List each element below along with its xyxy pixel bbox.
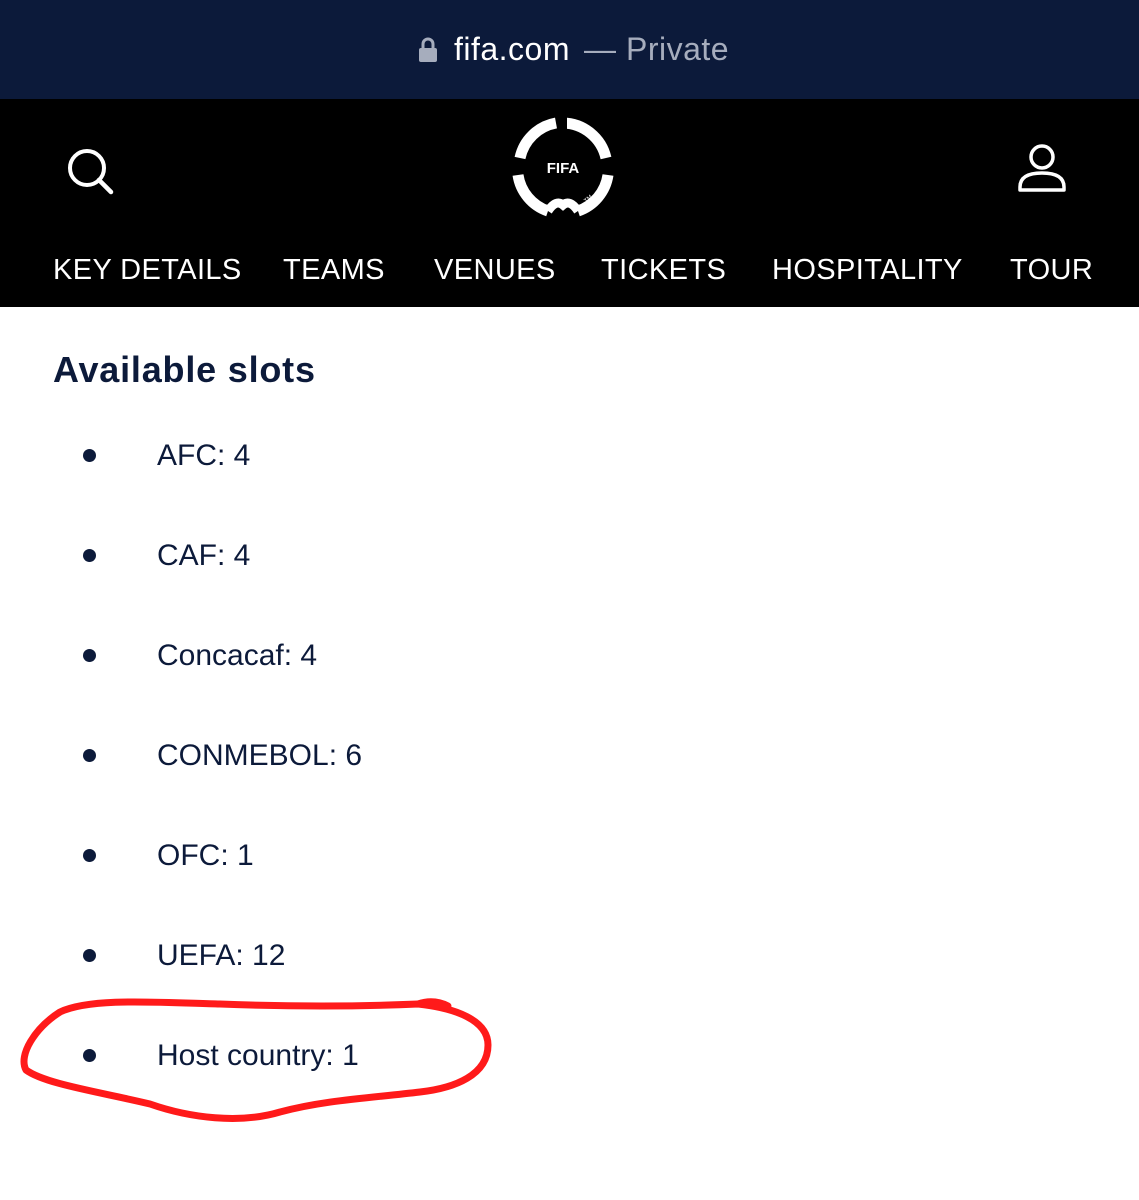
slot-label: CONMEBOL: 6 xyxy=(157,739,363,772)
slot-label: AFC: 4 xyxy=(157,439,251,472)
list-item: UEFA: 12 xyxy=(0,936,600,976)
private-mode-label: Private xyxy=(625,31,730,67)
bullet xyxy=(83,1049,96,1062)
slot-label: Concacaf: 4 xyxy=(157,639,318,672)
nav-hospitality[interactable]: HOSPITALITY xyxy=(772,254,963,287)
slot-label: UEFA: 12 xyxy=(157,939,286,972)
nav-tickets[interactable]: TICKETS xyxy=(601,254,726,287)
url-display[interactable]: fifa.com — Private xyxy=(418,31,729,68)
fifa-logo[interactable]: FIFA TM xyxy=(506,113,620,223)
list-item: OFC: 1 xyxy=(0,836,600,876)
list-item: Concacaf: 4 xyxy=(0,636,600,676)
bullet xyxy=(83,849,96,862)
slot-label: OFC: 1 xyxy=(157,839,254,872)
nav-teams[interactable]: TEAMS xyxy=(283,254,385,287)
url-domain: fifa.com xyxy=(453,31,570,67)
list-item: CONMEBOL: 6 xyxy=(0,736,600,776)
search-icon[interactable] xyxy=(64,145,116,197)
bullet xyxy=(83,449,96,462)
list-item-highlighted: Host country: 1 xyxy=(0,1036,600,1076)
list-item: CAF: 4 xyxy=(0,536,600,576)
browser-url-bar[interactable]: fifa.com — Private xyxy=(0,0,1139,99)
bullet xyxy=(83,949,96,962)
slot-label: Host country: 1 xyxy=(157,1039,359,1072)
slot-label: CAF: 4 xyxy=(157,539,251,572)
bullet xyxy=(83,549,96,562)
url-separator: — xyxy=(583,31,616,67)
lock-icon xyxy=(418,37,437,62)
site-header: FIFA TM KEY DETAILS TEAMS VENUES TICKETS… xyxy=(0,99,1139,307)
nav-key-details[interactable]: KEY DETAILS xyxy=(53,254,242,287)
main-content: Available slots AFC: 4 CAF: 4 Concacaf: … xyxy=(0,307,1139,1200)
list-item: AFC: 4 xyxy=(0,436,600,476)
nav-venues[interactable]: VENUES xyxy=(434,254,556,287)
user-icon[interactable] xyxy=(1014,143,1070,193)
bullet xyxy=(83,749,96,762)
bullet xyxy=(83,649,96,662)
logo-wordmark: FIFA xyxy=(547,160,580,177)
section-title: Available slots xyxy=(53,349,316,390)
main-nav: KEY DETAILS TEAMS VENUES TICKETS HOSPITA… xyxy=(0,254,1139,294)
nav-tournament[interactable]: TOUR xyxy=(1010,254,1093,287)
